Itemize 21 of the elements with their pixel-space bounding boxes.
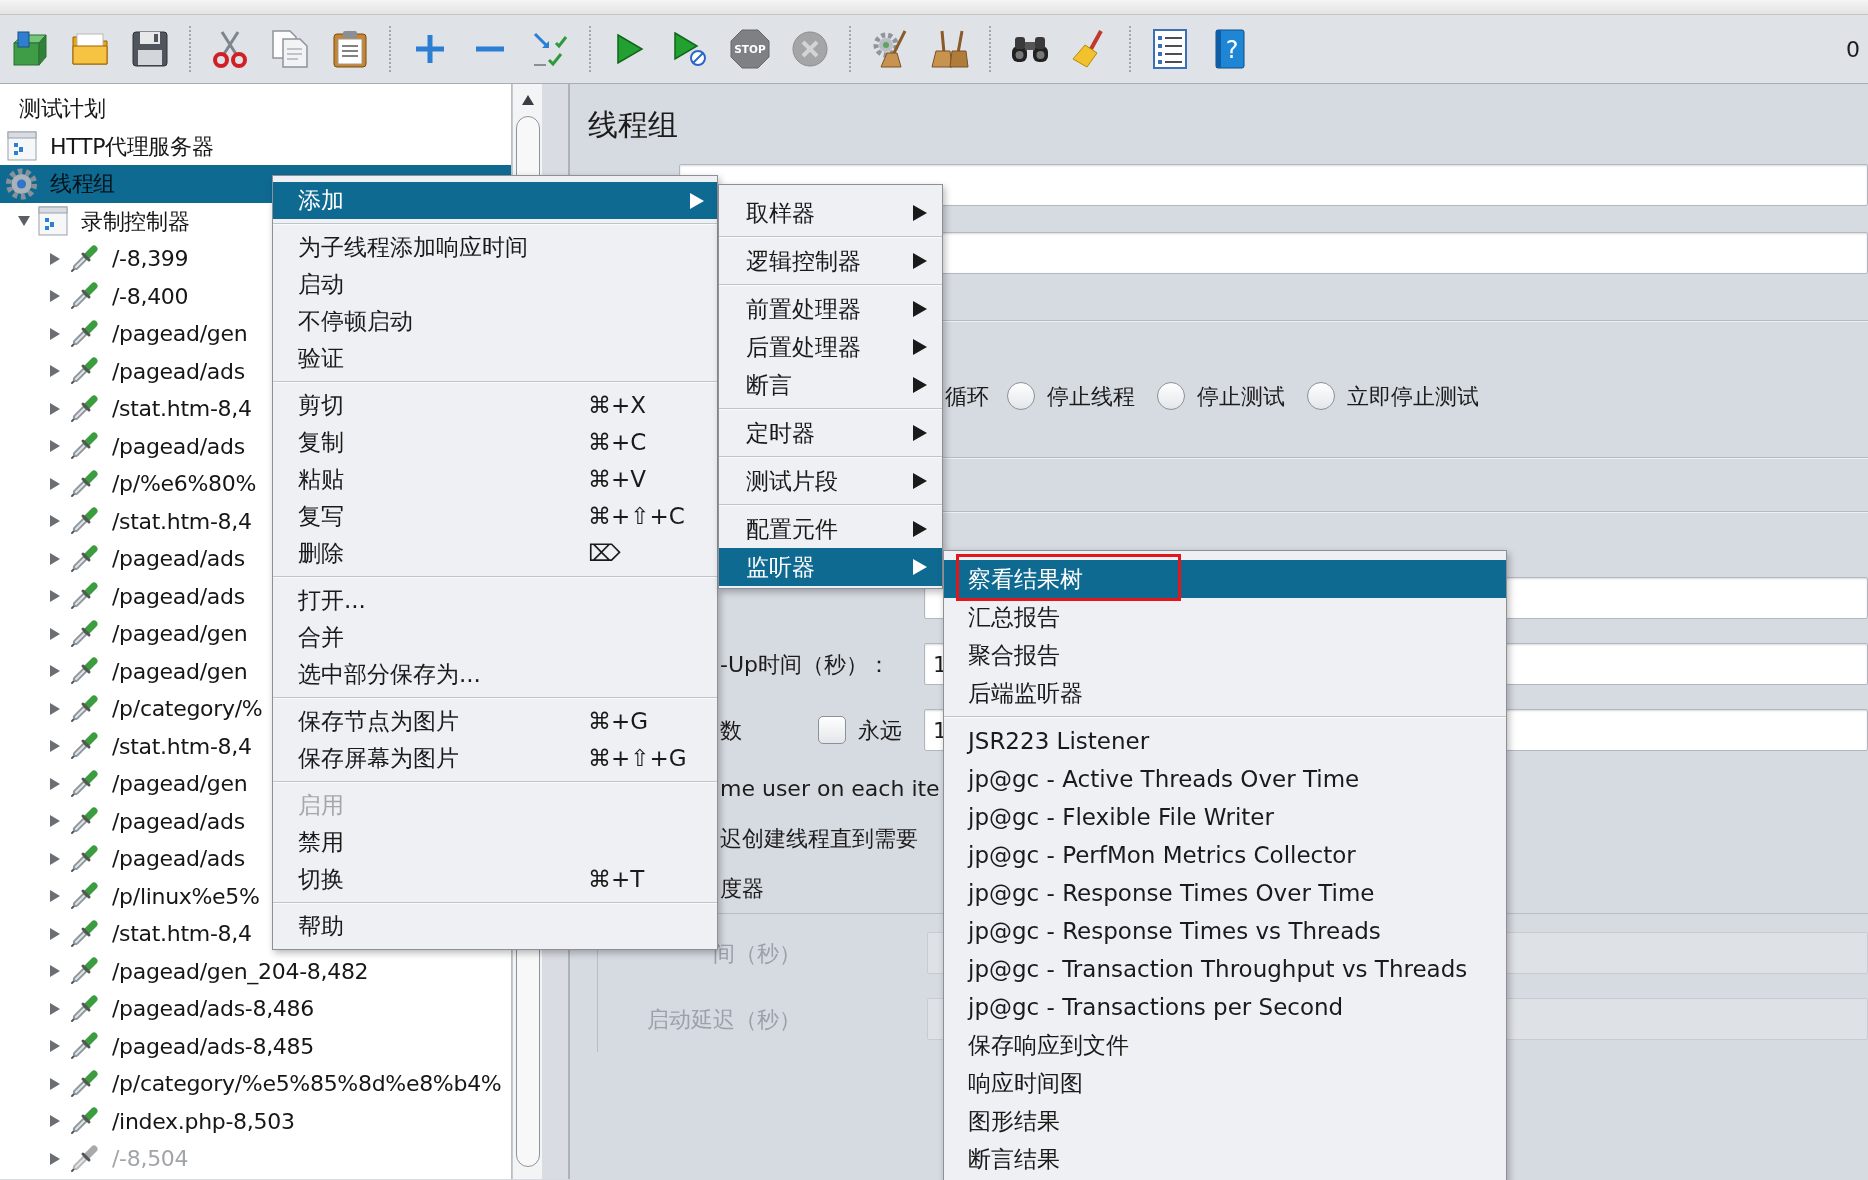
form-label: 启动延迟（秒） [647, 1006, 801, 1032]
checkbox-label: 永远 [858, 716, 902, 745]
form-label: 度器 [720, 874, 764, 903]
shortcut-text: ⌘+G [588, 707, 649, 737]
form-label: me user on each ite [720, 774, 940, 803]
shortcut-text: ⌘+C [588, 428, 647, 458]
panel-title: 线程组 [588, 106, 679, 144]
form-label: -Up时间（秒）： [720, 650, 890, 679]
shortcut-text: ⌘+⇧+C [588, 502, 685, 532]
form-label: 数 [720, 717, 742, 743]
form-label: 迟创建线程直到需要 [720, 824, 918, 853]
timer-text: 0 [1846, 35, 1861, 64]
shortcut-text: ⌘+V [588, 465, 646, 495]
option-label: 循环 [945, 382, 989, 411]
option-label: 停止测试 [1197, 382, 1285, 411]
option-label: 立即停止测试 [1347, 382, 1479, 411]
shortcut-text: ⌘+⇧+G [588, 744, 687, 774]
shortcut-text: ⌦ [588, 539, 621, 569]
option-label: 停止线程 [1047, 382, 1135, 411]
shortcut-text: ⌘+X [588, 391, 647, 421]
shortcut-text: ⌘+T [588, 865, 645, 895]
